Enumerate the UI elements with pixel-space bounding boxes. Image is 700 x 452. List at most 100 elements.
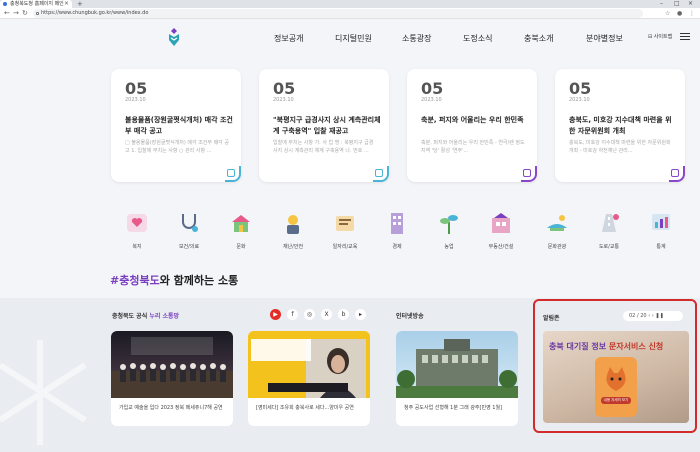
category-label: 복지 <box>132 244 142 250</box>
category-jobs[interactable]: 일자리/교육 <box>323 210 367 250</box>
news-icon <box>523 169 531 177</box>
jobs-icon <box>336 216 354 231</box>
alarm-pager-count: 02 / 20 <box>629 313 647 319</box>
traffic-icon <box>602 214 619 232</box>
browser-tabbar: 충청북도청 홈페이지 메인 × + – □ × <box>0 0 700 8</box>
sitemap-label: 사이트맵 <box>653 34 673 40</box>
stethoscope-icon <box>182 214 198 232</box>
notice-card[interactable]: 05 2023.10 "북평지구 급경사지 상시 계측관리체계 구축용역" 입찰… <box>259 69 389 182</box>
url-field[interactable]: https://www.chungbuk.go.kr/www/index.do <box>33 9 643 18</box>
news-icon <box>671 169 679 177</box>
document-icon <box>375 169 383 177</box>
banner-headline: 충북 대기질 정보 문자서비스 신청 <box>549 341 683 352</box>
category-label: 농업 <box>444 244 454 250</box>
concert-image <box>111 337 233 398</box>
address-bar: ← → ↻ https://www.chungbuk.go.kr/www/ind… <box>0 8 700 19</box>
category-agriculture[interactable]: 농업 <box>427 210 471 250</box>
hashtag-rest: 와 함께하는 소통 <box>159 274 239 287</box>
extensions-icon[interactable]: ☆ <box>665 9 670 18</box>
card-title: 불용물품(장원굴쩟식개처) 매각 조건부 매각 공고 <box>125 116 233 135</box>
video-thumbnail <box>111 331 233 398</box>
instagram-icon[interactable]: ◎ <box>304 309 315 320</box>
fox-mascot-icon <box>606 367 626 391</box>
hashtag-tag: #충청북도 <box>110 274 160 287</box>
sotong-heading: #충청북도와 함께하는 소통 <box>110 272 238 288</box>
alarm-banner[interactable]: 충북 대기질 정보 문자서비스 신청 내용 자세히 보기 <box>543 331 689 423</box>
sns-video-card[interactable]: 가입교 예술을 입다 2023 정북 메세쥬니7해 공연 <box>111 331 233 426</box>
back-icon[interactable]: ← <box>4 9 10 18</box>
nav-item[interactable]: 정보공개 <box>274 33 303 44</box>
blog-icon[interactable]: b <box>338 309 349 320</box>
category-tourism[interactable]: 문화관광 <box>535 210 579 250</box>
video-caption: [영미세다] 조유희 충북사로 세다...양미우 공연 <box>256 405 354 411</box>
nav-item[interactable]: 충북소개 <box>524 33 553 44</box>
category-safety[interactable]: 재난/안전 <box>271 210 315 250</box>
video-caption: 가입교 예술을 입다 2023 정북 메세쥬니7해 공연 <box>119 405 223 411</box>
card-date: 2023.10 <box>421 97 442 103</box>
channel-icon[interactable]: ▸ <box>355 309 366 320</box>
chungbuk-logo-icon[interactable] <box>167 27 181 47</box>
nav-item[interactable]: 분야별정보 <box>586 33 623 44</box>
statistics-icon <box>652 214 670 230</box>
news-card[interactable]: 05 2023.10 축분, 퍼지와 어울리는 우리 한민족 축분, 퍼지와 어… <box>407 69 537 182</box>
news-card[interactable]: 05 2023.10 충북도, 미호강 지수대책 마련을 위한 자문위원회 개최… <box>555 69 685 182</box>
nav-item[interactable]: 도정소식 <box>463 33 492 44</box>
category-traffic[interactable]: 도로/교통 <box>587 210 631 250</box>
lock-icon <box>36 12 39 15</box>
card-date: 2023.10 <box>125 97 146 103</box>
category-economy[interactable]: 경제 <box>375 210 419 250</box>
minimize-icon[interactable]: – <box>660 0 663 8</box>
detail-button[interactable]: 내용 자세히 보기 <box>601 397 631 404</box>
alarm-zone: 알림존 02 / 20 ‹ › ❚❚ 충북 대기질 정보 문자서비스 신청 내용… <box>533 299 697 433</box>
category-label: 문화관광 <box>547 244 567 250</box>
next-icon[interactable]: › <box>652 313 654 319</box>
alarm-pager[interactable]: 02 / 20 ‹ › ❚❚ <box>623 311 683 321</box>
youtube-icon[interactable]: ▶ <box>270 309 281 320</box>
category-label: 도로/교통 <box>598 244 620 250</box>
realestate-icon <box>492 213 510 233</box>
media-section: 충청북도 공식 누리 소통망 ▶ f ◎ X b ▸ 가입교 예술을 입다 20… <box>0 298 700 452</box>
category-statistics[interactable]: 통계 <box>639 210 683 250</box>
close-window-icon[interactable]: × <box>688 0 693 8</box>
maximize-icon[interactable]: □ <box>674 0 680 8</box>
x-twitter-icon[interactable]: X <box>321 309 332 320</box>
video-thumbnail <box>396 331 518 398</box>
category-label: 보건/의료 <box>178 244 200 250</box>
category-label: 일자리/교육 <box>332 244 358 250</box>
sitemap-link[interactable]: ⊟ 사이트맵 <box>648 33 672 40</box>
nav-item[interactable]: 디지털민원 <box>335 33 372 44</box>
sns-title-highlight: 누리 소통망 <box>149 313 180 320</box>
card-desc: 충북도, 미호강 지수대책 마련을 위한 자문위원회 개최 - 미호강 하천재난… <box>569 140 671 154</box>
category-label: 문화 <box>236 244 246 250</box>
card-desc: 입찰에 부치는 사항 가. 사 업 명 : 북평지구 급경사지 상시 계측관리 … <box>273 140 374 154</box>
category-realestate[interactable]: 부동산/건설 <box>479 210 523 250</box>
notice-card[interactable]: 05 2023.10 불용물품(장원굴쩟식개처) 매각 조건부 매각 공고 □ … <box>111 69 241 182</box>
category-welfare[interactable]: 복지 <box>115 210 159 250</box>
close-tab-icon[interactable]: × <box>64 0 69 8</box>
profile-icon[interactable]: ● <box>677 9 682 18</box>
pause-icon[interactable]: ❚❚ <box>655 313 663 319</box>
nav-item[interactable]: 소통광장 <box>402 33 431 44</box>
category-label: 재난/안전 <box>282 244 304 250</box>
culture-icon <box>232 215 250 232</box>
video-thumbnail <box>248 331 370 398</box>
phone-graphic: 내용 자세히 보기 <box>595 357 637 417</box>
document-icon <box>227 169 235 177</box>
browser-tab[interactable]: 충청북도청 홈페이지 메인 <box>0 0 72 8</box>
menu-hamburger-icon[interactable] <box>680 33 690 41</box>
category-health[interactable]: 보건/의료 <box>167 210 211 250</box>
banner-headline-1: 충북 대기질 정보 <box>549 342 607 351</box>
sns-video-card[interactable]: [영미세다] 조유희 충북사로 세다...양미우 공연 <box>248 331 370 426</box>
forward-icon[interactable]: → <box>13 9 19 18</box>
card-desc: □ 불용물품(장원굴쩟식개처) 매각 조건부 매각 공고 1. 입찰에 부치는 … <box>125 140 229 154</box>
more-menu-icon[interactable]: ⋮ <box>689 9 695 18</box>
video-caption: 청주 공도사업 선형해 1분 그래 광주[민영 1월] <box>404 405 503 411</box>
facebook-icon[interactable]: f <box>287 309 298 320</box>
category-culture[interactable]: 문화 <box>219 210 263 250</box>
internet-tv-card[interactable]: 청주 공도사업 선형해 1분 그래 광주[민영 1월] <box>396 331 518 426</box>
reload-icon[interactable]: ↻ <box>22 9 28 18</box>
new-tab-icon[interactable]: + <box>77 0 83 8</box>
prev-icon[interactable]: ‹ <box>648 313 650 319</box>
economy-icon <box>391 213 403 234</box>
internet-tv-heading: 인터넷방송 <box>396 313 424 320</box>
